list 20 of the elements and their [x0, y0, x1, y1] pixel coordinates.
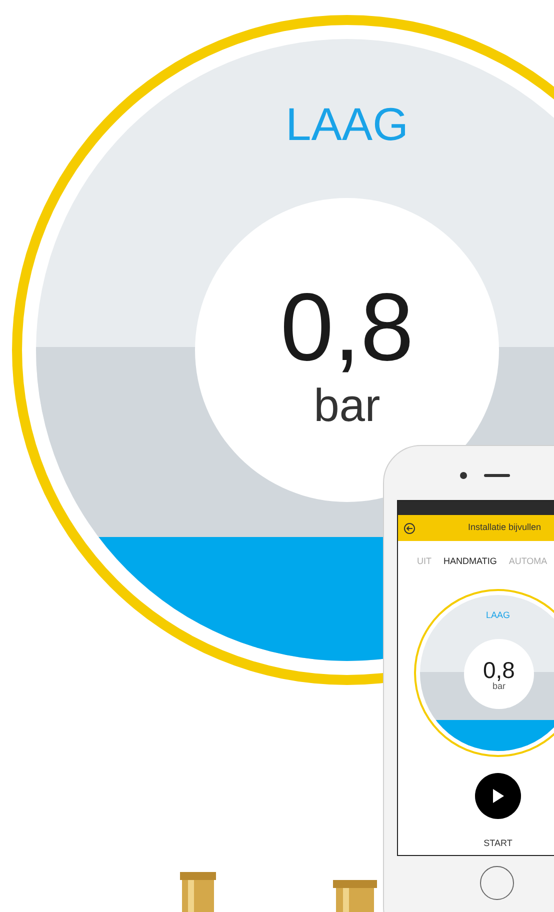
play-icon [492, 789, 504, 803]
play-button[interactable] [475, 773, 521, 819]
start-label: START [484, 837, 512, 850]
pressure-value: 0,8 [280, 280, 414, 376]
mode-tab[interactable]: UIT [417, 555, 432, 567]
header-title: Installatie bijvullen [466, 521, 542, 534]
pressure-value: 0,8 [483, 659, 515, 682]
speaker-icon [484, 474, 510, 477]
mode-tab[interactable]: AUTOMA [508, 555, 548, 567]
fitting-drawing [333, 880, 377, 912]
home-button[interactable] [480, 866, 514, 900]
pressure-unit: bar [314, 382, 380, 428]
fitting-drawing [178, 872, 218, 912]
pressure-unit: bar [492, 682, 506, 691]
gauge-status: LAAG [284, 101, 410, 147]
back-icon [406, 526, 413, 530]
back-button[interactable] [404, 522, 415, 534]
camera-icon [460, 472, 467, 479]
gauge-status: LAAG [484, 611, 511, 620]
mode-tab[interactable]: HANDMATIG [444, 555, 497, 567]
